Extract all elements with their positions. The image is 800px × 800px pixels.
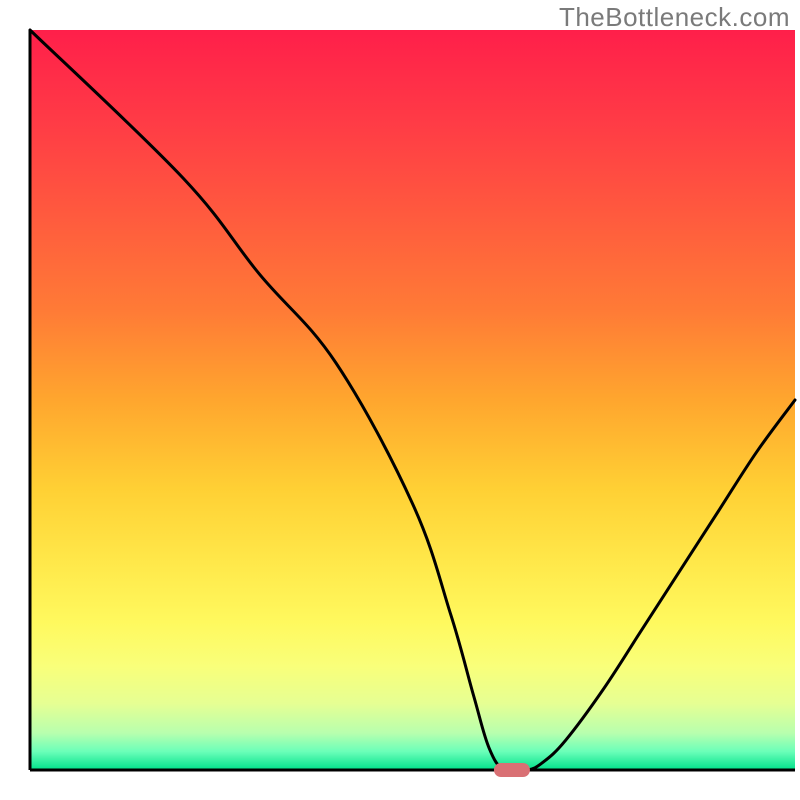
bottleneck-plot — [0, 0, 800, 800]
optimum-marker — [494, 763, 530, 777]
watermark-text: TheBottleneck.com — [559, 2, 790, 33]
chart-frame: TheBottleneck.com — [0, 0, 800, 800]
